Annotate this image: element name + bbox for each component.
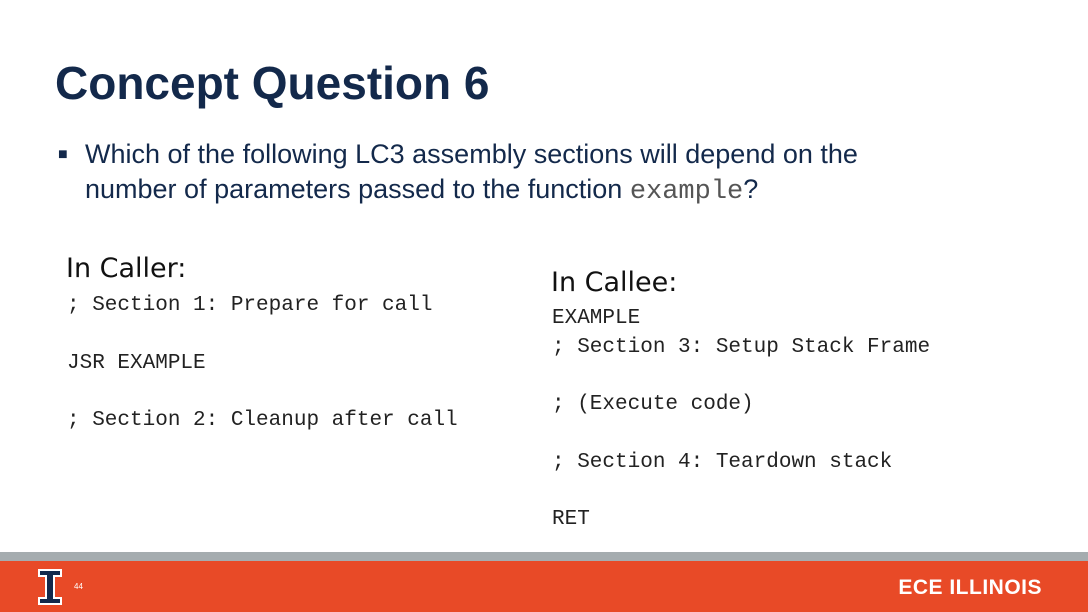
callee-line: ; Section 3: Setup Stack Frame [552,336,931,359]
footer-divider [0,552,1088,561]
bullet-square-icon: ■ [58,146,68,163]
caller-line: ; Section 2: Cleanup after call [67,409,458,432]
callee-heading: In Callee: [551,267,678,298]
bullet-line-1: Which of the following LC3 assembly sect… [85,139,858,169]
illinois-block-i-logo-icon [38,569,62,605]
caller-heading: In Caller: [66,253,187,284]
ece-illinois-logo: ECE ILLINOIS [898,576,1042,599]
callee-line: EXAMPLE [552,307,641,330]
bullet-question-mark: ? [743,174,759,204]
slide-title: Concept Question 6 [55,57,490,109]
page-number: 44 [74,582,83,591]
bullet-line-2: number of parameters passed to the funct… [85,172,858,210]
callee-line: ; Section 4: Teardown stack [552,451,893,474]
function-name-code: example [629,177,744,207]
question-bullet: ■ Which of the following LC3 assembly se… [58,137,858,210]
bullet-text: number of parameters passed to the funct… [85,174,630,204]
callee-line: RET [552,508,590,531]
caller-line: ; Section 1: Prepare for call [67,294,433,317]
caller-line: JSR EXAMPLE [67,352,206,375]
callee-line: ; (Execute code) [552,393,754,416]
